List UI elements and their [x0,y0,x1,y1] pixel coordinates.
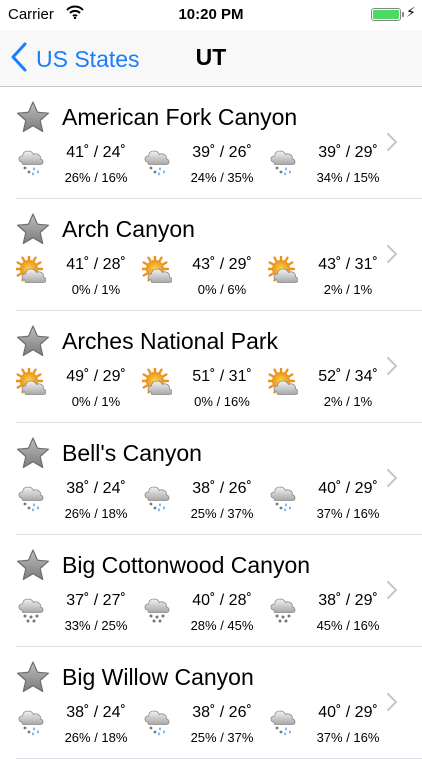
location-row[interactable]: Arches National Park 49˚ / 29˚ 0% / 1% 51˚ … [14,311,422,423]
temperature-high-low: 41˚ / 24˚ [66,144,126,161]
precipitation-chance: 0% / 6% [197,282,247,297]
chevron-right-icon [386,356,398,381]
location-name: Arches National Park [62,328,279,354]
snow-rain-icon [16,704,46,736]
location-row[interactable]: Big Cottonwood Canyon 37˚ / 27˚ 33% / 25% 4… [16,535,422,647]
snow-rain-icon [16,144,46,176]
temperature-high-low: 38˚ / 24˚ [66,480,126,497]
temperature-high-low: 39˚ / 29˚ [318,144,378,161]
location-row[interactable]: Bell's Canyon 38˚ / 24˚ 26% / 18% 38˚ / 26˚… [16,423,422,535]
precipitation-chance: 28% / 45% [190,618,254,633]
precipitation-chance: 33% / 25% [64,618,128,633]
precipitation-chance: 26% / 16% [64,170,128,185]
temperature-high-low: 38˚ / 29˚ [318,592,378,609]
chevron-right-icon [386,580,398,605]
favorite-star-icon[interactable] [16,436,50,470]
precipitation-chance: 2% / 1% [323,282,373,297]
chevron-right-icon [386,692,398,717]
favorite-star-icon[interactable] [16,100,50,134]
favorite-star-icon[interactable] [16,660,50,694]
favorite-star-icon[interactable] [16,212,50,246]
temperature-high-low: 51˚ / 31˚ [192,368,252,385]
snow-rain-icon [268,480,298,512]
temperature-high-low: 43˚ / 31˚ [318,256,378,273]
chevron-right-icon [386,244,398,269]
temperature-high-low: 38˚ / 26˚ [192,480,252,497]
precipitation-chance: 37% / 16% [316,730,380,745]
temperature-high-low: 52˚ / 34˚ [318,368,378,385]
precipitation-chance: 45% / 16% [316,618,380,633]
temperature-high-low: 38˚ / 24˚ [66,704,126,721]
snow-rain-icon [142,144,172,176]
partly-sunny-icon [14,366,47,400]
partly-sunny-icon [140,254,173,288]
location-name: Big Willow Canyon [62,664,254,690]
partly-sunny-icon [14,254,47,288]
snow-icon [142,592,172,624]
location-row[interactable]: Arch Canyon 41˚ / 28˚ 0% / 1% 43˚ / 29˚ 0% /… [14,199,422,311]
location-list: American Fork Canyon 41˚ / 24˚ 26% / 16% 39… [0,87,422,759]
temperature-high-low: 49˚ / 29˚ [66,368,126,385]
precipitation-chance: 0% / 1% [71,394,121,409]
precipitation-chance: 0% / 16% [194,394,250,409]
precipitation-chance: 0% / 1% [71,282,121,297]
snow-rain-icon [16,480,46,512]
temperature-high-low: 37˚ / 27˚ [66,592,126,609]
temperature-high-low: 40˚ / 28˚ [192,592,252,609]
location-name: Arch Canyon [62,216,195,242]
favorite-star-icon[interactable] [16,324,50,358]
page-title: UT [195,44,227,70]
partly-sunny-icon [140,366,173,400]
snow-rain-icon [142,704,172,736]
location-row[interactable]: American Fork Canyon 41˚ / 24˚ 26% / 16% 39… [16,87,422,199]
location-row[interactable]: Big Willow Canyon 38˚ / 24˚ 26% / 18% 38˚ /… [16,647,422,759]
precipitation-chance: 34% / 15% [316,170,380,185]
snow-rain-icon [142,480,172,512]
location-name: American Fork Canyon [62,104,298,130]
snow-rain-icon [268,704,298,736]
precipitation-chance: 26% / 18% [64,730,128,745]
navigation-bar: US States UT [0,30,422,87]
partly-sunny-icon [266,254,299,288]
location-name: Bell's Canyon [62,440,202,466]
temperature-high-low: 43˚ / 29˚ [192,256,252,273]
temperature-high-low: 40˚ / 29˚ [318,480,378,497]
favorite-star-icon[interactable] [16,548,50,582]
temperature-high-low: 40˚ / 29˚ [318,704,378,721]
status-time: 10:20 PM [178,6,244,23]
precipitation-chance: 37% / 16% [316,506,380,521]
snow-icon [16,592,46,624]
location-name: Big Cottonwood Canyon [62,552,311,578]
temperature-high-low: 41˚ / 28˚ [66,256,126,273]
precipitation-chance: 2% / 1% [323,394,373,409]
temperature-high-low: 38˚ / 26˚ [192,704,252,721]
status-bar: Carrier 10:20 PM ⚡ [0,0,422,30]
battery-icon [371,8,404,21]
precipitation-chance: 25% / 37% [190,730,254,745]
chevron-right-icon [386,468,398,493]
snow-icon [268,592,298,624]
charging-bolt-icon: ⚡ [406,4,416,20]
precipitation-chance: 26% / 18% [64,506,128,521]
precipitation-chance: 25% / 37% [190,506,254,521]
partly-sunny-icon [266,366,299,400]
snow-rain-icon [268,144,298,176]
chevron-right-icon [386,132,398,157]
temperature-high-low: 39˚ / 26˚ [192,144,252,161]
precipitation-chance: 24% / 35% [190,170,254,185]
